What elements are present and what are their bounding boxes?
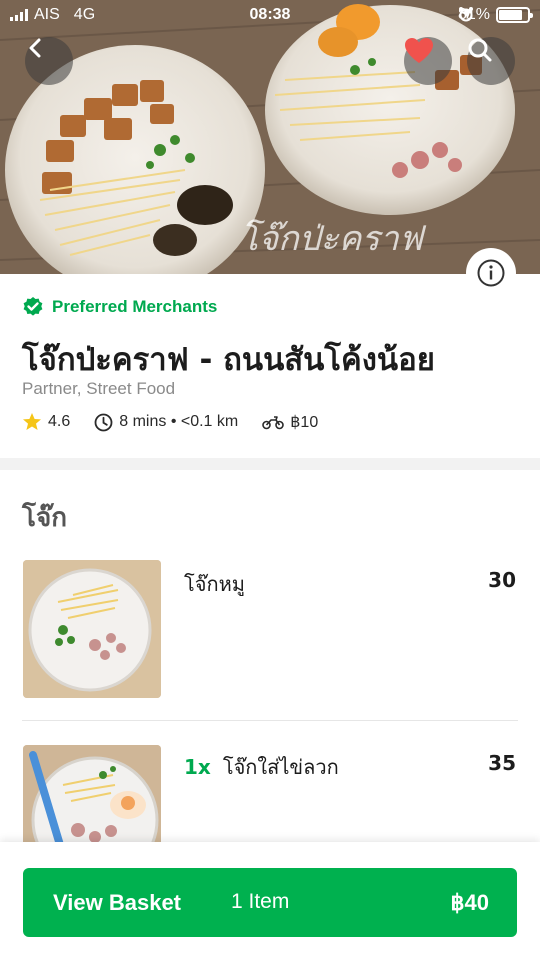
menu-section-title: โจ๊ก bbox=[22, 503, 67, 533]
search-icon bbox=[468, 38, 492, 62]
merchant-category: Partner, Street Food bbox=[22, 379, 176, 398]
delivery-time: 8 mins • <0.1 km bbox=[119, 413, 239, 430]
heart-icon bbox=[405, 38, 433, 63]
info-icon bbox=[477, 259, 505, 287]
menu-item-price: 30 bbox=[488, 568, 516, 592]
verified-badge-icon bbox=[23, 297, 43, 316]
hero-watermark: โจ๊กป่ะคราฟ bbox=[240, 219, 427, 259]
merchant-meta: 4.6 8 mins • <0.1 km ฿10 bbox=[22, 412, 342, 432]
back-icon bbox=[29, 38, 41, 58]
clock-icon bbox=[94, 413, 113, 431]
star-icon bbox=[23, 413, 41, 430]
hero-photo: โจ๊กป่ะคราฟ bbox=[0, 0, 540, 274]
preferred-label: Preferred Merchants bbox=[52, 297, 218, 316]
menu-item-name: โจ๊กหมู bbox=[184, 572, 245, 596]
alarm-icon bbox=[458, 7, 473, 22]
back-button[interactable] bbox=[25, 37, 73, 85]
motorbike-icon bbox=[262, 416, 285, 430]
row-divider bbox=[22, 720, 518, 721]
battery-icon bbox=[496, 7, 533, 23]
info-button[interactable] bbox=[466, 248, 516, 298]
view-basket-button[interactable]: View Basket 1 Item ฿40 bbox=[23, 868, 517, 937]
basket-total: ฿40 bbox=[450, 890, 489, 915]
menu-item-quantity: 1x bbox=[184, 755, 211, 779]
menu-item-price: 35 bbox=[488, 751, 516, 775]
menu-item-name: 1x โจ๊กใส่ไข่ลวก bbox=[184, 755, 339, 779]
menu-item-image bbox=[23, 560, 161, 698]
hero-image: โจ๊กป่ะคราฟ AIS 4G 08:38 81% bbox=[0, 0, 540, 274]
basket-count: 1 Item bbox=[231, 890, 290, 913]
delivery-fee: ฿10 bbox=[290, 414, 319, 431]
preferred-badge: Preferred Merchants bbox=[22, 296, 217, 318]
favorite-button[interactable] bbox=[404, 37, 452, 85]
rating: 4.6 bbox=[48, 413, 71, 430]
basket-label: View Basket bbox=[53, 890, 182, 915]
merchant-name: โจ๊กป่ะคราฟ - ถนนสันโค้งน้อย bbox=[22, 342, 435, 378]
menu-item[interactable]: โจ๊กหมู 30 bbox=[0, 560, 540, 720]
status-bar: AIS 4G 08:38 81% bbox=[0, 0, 540, 32]
search-button[interactable] bbox=[467, 37, 515, 85]
section-divider bbox=[0, 458, 540, 470]
